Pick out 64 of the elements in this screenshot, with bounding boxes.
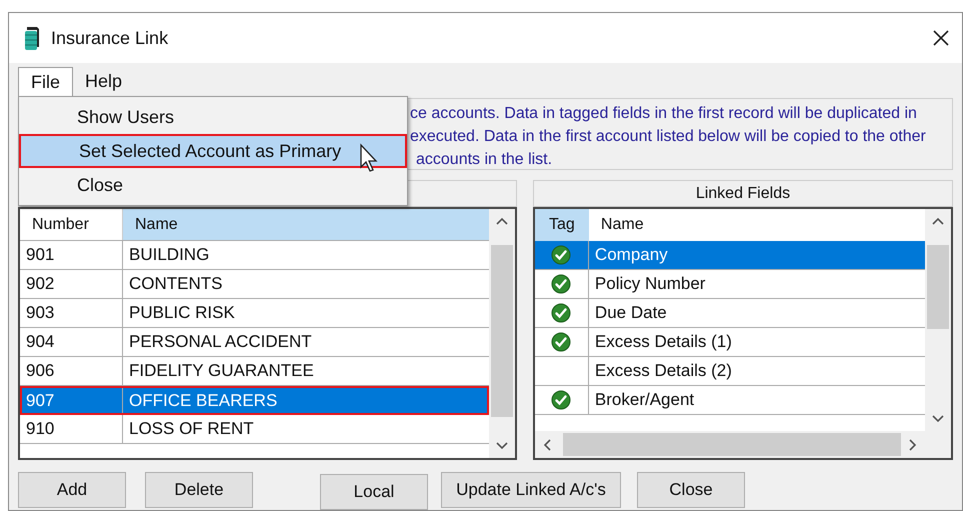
table-cell: 904 [20,328,123,356]
table-row[interactable]: 907 OFFICE BEARERS [20,386,489,415]
column-header[interactable]: Tag [534,209,589,241]
table-cell-text: Company [594,244,669,266]
table-row[interactable]: Broker/Agent [534,386,925,415]
scroll-thumb[interactable] [490,245,513,417]
menu-item[interactable]: Help [73,67,134,96]
window-title: Insurance Link [51,26,168,50]
close-icon[interactable] [932,29,950,47]
table-cell-text: Excess Details (1) [594,331,733,354]
scroll-right-icon[interactable] [909,438,917,450]
vertical-scrollbar[interactable] [925,209,951,431]
mouse-pointer-icon [359,143,379,173]
menu-item[interactable]: Show Users [19,100,407,134]
scroll-down-icon[interactable] [932,415,944,423]
description-text: ce accounts. Data in tagged fields in the first record will be duplicated in [410,104,918,124]
table-cell-text: OFFICE BEARERS [128,390,278,412]
column-header[interactable]: Name [123,209,489,240]
vertical-scrollbar[interactable] [488,209,515,458]
menu-item[interactable]: Close [19,168,407,202]
description-text: executed. Data in the first account listed below will be copied to the other [410,127,927,147]
table-cell-text: Due Date [594,302,668,324]
table-row[interactable]: 901 BUILDING [20,241,489,270]
scroll-up-icon[interactable] [496,217,508,225]
action-button[interactable]: Delete [145,472,253,508]
table-cell: 906 [20,357,123,385]
table-cell-text: PERSONAL ACCIDENT [128,331,313,354]
panel-title: Linked Fields [696,184,790,204]
scroll-down-icon[interactable] [496,442,508,450]
table-row[interactable]: 904 PERSONAL ACCIDENT [20,328,489,357]
table-row[interactable]: Policy Number [534,270,925,299]
table-cell-text: Policy Number [594,273,706,296]
table-row[interactable]: Excess Details (2) [534,357,925,386]
table-row[interactable]: 902 CONTENTS [20,270,489,299]
description-text: accounts in the list. [415,150,554,170]
table-cell: 910 [20,415,123,443]
table-cell: 907 [20,386,123,415]
scroll-left-icon[interactable] [542,438,551,450]
action-button[interactable]: Close [637,472,745,508]
scroll-up-icon[interactable] [932,217,944,225]
table-row[interactable]: Excess Details (1) [534,328,925,357]
table-cell-text: BUILDING [128,244,210,266]
database-icon [23,25,41,51]
table-cell-text: Broker/Agent [594,389,696,412]
action-button[interactable]: Local [320,474,428,510]
table-row[interactable]: 903 PUBLIC RISK [20,299,489,328]
horizontal-scrollbar[interactable] [534,431,951,458]
action-button[interactable]: Add [18,472,126,508]
action-button[interactable]: Update Linked A/c's [441,472,621,508]
table-cell: 902 [20,270,123,298]
table-cell-text: FIDELITY GUARANTEE [128,360,315,382]
table-cell: 903 [20,299,123,327]
table-cell: 901 [20,241,123,269]
scroll-thumb[interactable] [927,245,949,329]
table-cell-text: PUBLIC RISK [128,302,236,324]
table-cell-text: CONTENTS [128,273,224,296]
table-cell-text: Excess Details (2) [594,360,733,382]
menu-item[interactable]: File [18,67,74,96]
table-row[interactable]: Company [534,241,925,270]
menu-item[interactable]: Set Selected Account as Primary [19,134,407,168]
scroll-thumb[interactable] [562,433,901,456]
table-row[interactable]: 910 LOSS OF RENT [20,415,489,444]
table-row[interactable]: Due Date [534,299,925,328]
table-cell-text: LOSS OF RENT [128,418,255,440]
